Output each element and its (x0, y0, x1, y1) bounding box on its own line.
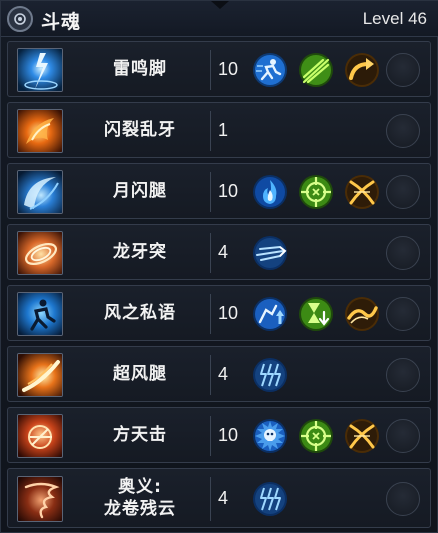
header-notch (211, 1, 229, 9)
empty-rune-slot[interactable] (386, 419, 420, 453)
gold-cross-slash-icon[interactable] (344, 418, 380, 454)
green-target-icon[interactable] (298, 418, 334, 454)
skill-rank: 10 (218, 424, 239, 445)
skill-name: 月闪腿 (113, 181, 167, 201)
green-target-icon[interactable] (298, 174, 334, 210)
divider (210, 50, 211, 90)
skill-panel: 斗魂 Level 46 雷鸣脚 10 闪裂乱牙 1 月闪腿 10 龙牙突 4 风… (0, 0, 438, 533)
heaven-strike-icon (17, 414, 63, 458)
skill-row-fangtian[interactable]: 方天击 10 (7, 407, 431, 463)
hourglass-down-icon[interactable] (298, 296, 334, 332)
skill-row-aoyi[interactable]: 奥义: 龙卷残云 4 (7, 468, 431, 528)
skill-rank: 10 (218, 58, 239, 79)
skull-burst-icon[interactable] (252, 418, 288, 454)
skill-row-leiming[interactable]: 雷鸣脚 10 (7, 41, 431, 97)
skill-row-shanlie[interactable]: 闪裂乱牙 1 (7, 102, 431, 158)
panel-header: 斗魂 Level 46 (1, 1, 438, 37)
page-title: 斗魂 (41, 11, 82, 33)
blue-flame-icon[interactable] (252, 174, 288, 210)
gold-arrow-icon[interactable] (344, 52, 380, 88)
skill-rank: 4 (218, 487, 229, 508)
skill-name: 雷鸣脚 (113, 59, 167, 79)
gold-wave-icon[interactable] (344, 296, 380, 332)
blue-claw-icon[interactable] (252, 481, 288, 517)
skill-rank: 10 (218, 180, 239, 201)
empty-rune-slot[interactable] (386, 297, 420, 331)
moon-kick-icon (17, 170, 63, 214)
divider (210, 111, 211, 151)
divider (210, 294, 211, 334)
empty-rune-slot[interactable] (386, 114, 420, 148)
wind-whisper-icon (17, 292, 63, 336)
skill-rank: 1 (218, 119, 229, 140)
empty-rune-slot[interactable] (386, 482, 420, 516)
blue-claw-icon[interactable] (252, 357, 288, 393)
skill-name: 龙牙突 (113, 242, 167, 262)
lightning-kick-icon (17, 48, 63, 92)
super-wind-kick-icon (17, 353, 63, 397)
skill-name: 方天击 (113, 425, 167, 445)
skill-rank: 4 (218, 363, 229, 384)
skill-name: 风之私语 (104, 303, 176, 323)
skill-row-yueshan[interactable]: 月闪腿 10 (7, 163, 431, 219)
level-label: Level 46 (362, 9, 427, 28)
empty-rune-slot[interactable] (386, 358, 420, 392)
class-emblem-icon[interactable] (7, 6, 33, 32)
dragon-fang-icon (17, 231, 63, 275)
skill-name: 超风腿 (113, 364, 167, 384)
blue-streak-icon[interactable] (252, 235, 288, 271)
divider (210, 355, 211, 395)
skill-name: 奥义: 龙卷残云 (104, 477, 176, 519)
divider (210, 233, 211, 273)
skill-row-chaofeng[interactable]: 超风腿 4 (7, 346, 431, 402)
stat-up-icon[interactable] (252, 296, 288, 332)
fire-fang-icon (17, 109, 63, 153)
divider (210, 416, 211, 456)
divider (210, 477, 211, 521)
skill-rank: 4 (218, 241, 229, 262)
green-slash-icon[interactable] (298, 52, 334, 88)
skill-name: 闪裂乱牙 (104, 120, 176, 140)
skill-row-longya[interactable]: 龙牙突 4 (7, 224, 431, 280)
gold-cross-slash-icon[interactable] (344, 174, 380, 210)
run-dash-icon[interactable] (252, 52, 288, 88)
skill-rank: 10 (218, 302, 239, 323)
empty-rune-slot[interactable] (386, 53, 420, 87)
skill-row-fengzhi[interactable]: 风之私语 10 (7, 285, 431, 341)
skill-list: 雷鸣脚 10 闪裂乱牙 1 月闪腿 10 龙牙突 4 风之私语 10 超风腿 4… (7, 41, 431, 533)
empty-rune-slot[interactable] (386, 175, 420, 209)
divider (210, 172, 211, 212)
empty-rune-slot[interactable] (386, 236, 420, 270)
tornado-icon (17, 476, 63, 522)
